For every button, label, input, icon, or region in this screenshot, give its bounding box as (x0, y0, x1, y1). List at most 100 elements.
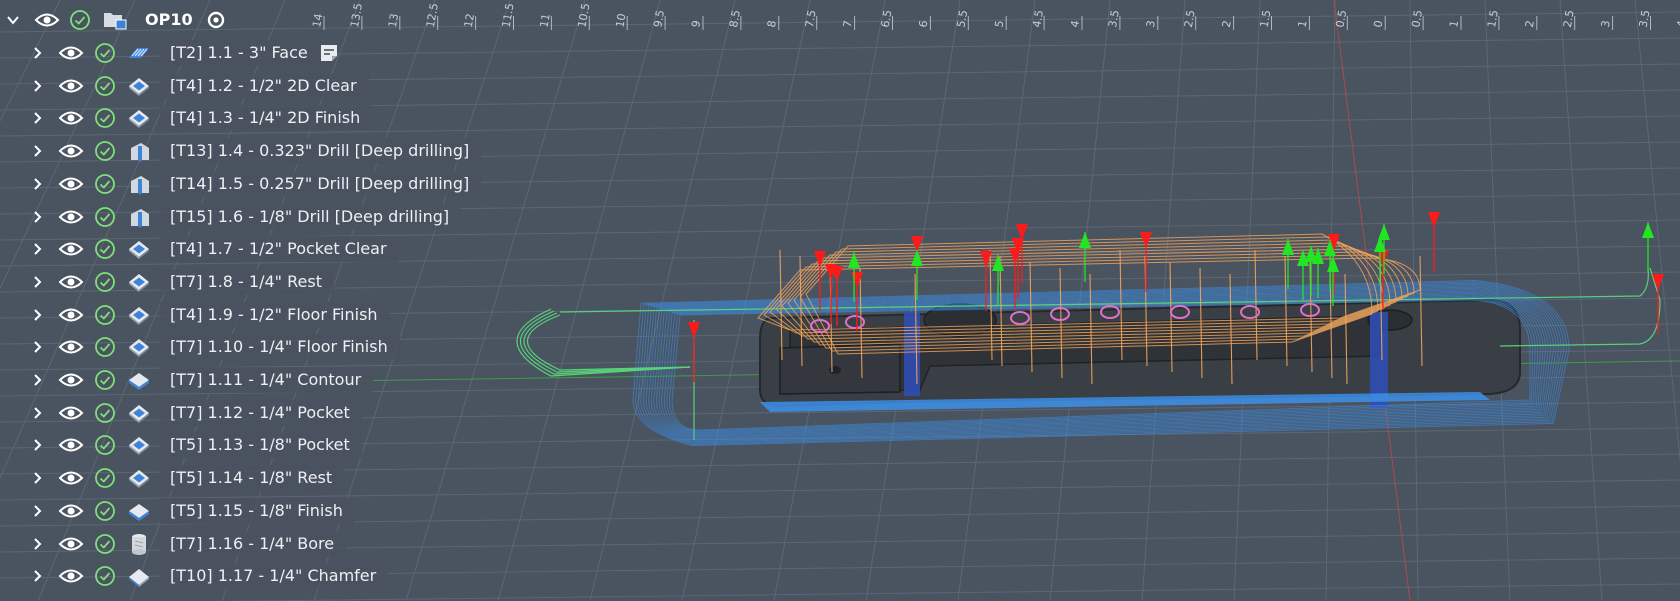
eye-icon[interactable] (58, 306, 84, 324)
plunge-marker (1652, 274, 1664, 334)
contour-icon (129, 503, 149, 521)
operation-label[interactable]: [T4] 1.2 - 1/2" 2D Clear (160, 72, 369, 99)
check-circle-icon (95, 337, 115, 358)
chevron-right-icon[interactable] (30, 471, 44, 485)
operation-row[interactable]: [T14] 1.5 - 0.257" Drill [Deep drilling] (0, 169, 482, 199)
operation-row[interactable]: [T7] 1.11 - 1/4" Contour (0, 365, 480, 395)
operation-row[interactable]: [T4] 1.7 - 1/2" Pocket Clear (0, 234, 480, 264)
chevron-right-icon[interactable] (30, 79, 44, 93)
eye-icon[interactable] (58, 404, 84, 422)
operation-row[interactable]: [T5] 1.13 - 1/8" Pocket (0, 430, 480, 460)
ruler-tick-label: 2 (1220, 19, 1234, 28)
operation-label[interactable]: [T7] 1.8 - 1/4" Rest (160, 268, 334, 295)
ruler-tick-label: 11 (538, 12, 553, 28)
plunge-marker (688, 322, 700, 382)
operation-label[interactable]: [T4] 1.9 - 1/2" Floor Finish (160, 301, 390, 328)
eye-icon[interactable] (58, 77, 84, 95)
check-circle-icon (95, 239, 115, 260)
ruler-tick-label: 5 (992, 19, 1006, 28)
operation-label[interactable]: [T14] 1.5 - 0.257" Drill [Deep drilling] (160, 170, 482, 197)
operation-row[interactable]: [T4] 1.3 - 1/4" 2D Finish (0, 103, 480, 133)
eye-icon[interactable] (58, 567, 84, 585)
check-circle-icon (95, 533, 115, 554)
ruler-tick-label: 4 (1068, 19, 1082, 28)
eye-icon[interactable] (58, 535, 84, 553)
eye-icon[interactable] (58, 208, 84, 226)
chevron-right-icon[interactable] (30, 46, 44, 60)
eye-icon[interactable] (58, 502, 84, 520)
operation-row[interactable]: [T5] 1.15 - 1/8" Finish (0, 496, 480, 526)
operation-label[interactable]: [T2] 1.1 - 3" Face (160, 40, 320, 66)
check-circle-icon (95, 435, 115, 456)
chevron-right-icon[interactable] (30, 210, 44, 224)
chevron-right-icon[interactable] (30, 438, 44, 452)
operation-label[interactable]: [T5] 1.14 - 1/8" Rest (160, 465, 345, 492)
eye-icon[interactable] (58, 44, 84, 62)
retract-marker (1282, 239, 1294, 289)
eye-icon[interactable] (58, 338, 84, 356)
operation-row[interactable]: [T4] 1.9 - 1/2" Floor Finish (0, 300, 480, 330)
chevron-down-icon[interactable] (6, 13, 20, 27)
pocket-2d-icon (129, 470, 149, 489)
eye-icon[interactable] (58, 142, 84, 160)
chevron-right-icon[interactable] (30, 111, 44, 125)
operation-label[interactable]: [T5] 1.13 - 1/8" Pocket (160, 432, 362, 459)
operation-label[interactable]: [T5] 1.15 - 1/8" Finish (160, 497, 355, 524)
pocket-2d-icon (129, 339, 149, 358)
check-circle-icon (95, 173, 115, 194)
check-circle-icon (95, 75, 115, 96)
eye-icon[interactable] (58, 436, 84, 454)
operation-row[interactable]: [T7] 1.8 - 1/4" Rest (0, 267, 480, 297)
setup-label[interactable]: OP10 (145, 8, 193, 32)
eye-icon[interactable] (58, 109, 84, 127)
operation-row[interactable]: [T4] 1.2 - 1/2" 2D Clear (0, 71, 480, 101)
operation-label[interactable]: [T13] 1.4 - 0.323" Drill [Deep drilling] (160, 138, 482, 165)
eye-icon[interactable] (58, 175, 84, 193)
operation-row[interactable]: [T2] 1.1 - 3" Face (0, 38, 480, 68)
chevron-right-icon[interactable] (30, 275, 44, 289)
ruler-tick-label: 7 (841, 19, 855, 28)
operation-label[interactable]: [T4] 1.7 - 1/2" Pocket Clear (160, 236, 399, 263)
chevron-right-icon[interactable] (30, 308, 44, 322)
chevron-right-icon[interactable] (30, 569, 44, 583)
chamfer-icon (129, 569, 149, 588)
operation-row[interactable]: [T13] 1.4 - 0.323" Drill [Deep drilling] (0, 136, 482, 166)
pocket-2d-icon (129, 241, 149, 260)
check-circle-icon (95, 370, 115, 390)
chevron-right-icon[interactable] (30, 177, 44, 191)
operation-label[interactable]: [T7] 1.12 - 1/4" Pocket (160, 399, 362, 426)
ruler-tick-label: 10 (613, 12, 628, 28)
operation-row[interactable]: [T10] 1.17 - 1/4" Chamfer (0, 561, 480, 591)
eye-icon[interactable] (58, 371, 84, 389)
operation-label[interactable]: [T4] 1.3 - 1/4" 2D Finish (160, 105, 373, 132)
operation-row[interactable]: [T7] 1.16 - 1/4" Bore (0, 529, 480, 559)
chevron-right-icon[interactable] (30, 340, 44, 354)
active-radio-icon[interactable] (207, 11, 225, 29)
chevron-right-icon[interactable] (30, 406, 44, 420)
eye-icon[interactable] (34, 11, 60, 29)
operation-label[interactable]: [T15] 1.6 - 1/8" Drill [Deep drilling] (160, 203, 462, 230)
chevron-right-icon[interactable] (30, 242, 44, 256)
operation-row[interactable]: [T5] 1.14 - 1/8" Rest (0, 463, 480, 493)
operation-row[interactable]: [T7] 1.12 - 1/4" Pocket (0, 398, 480, 428)
chevron-right-icon[interactable] (30, 373, 44, 387)
chevron-right-icon[interactable] (30, 144, 44, 158)
eye-icon[interactable] (58, 469, 84, 487)
operation-row[interactable]: [T15] 1.6 - 1/8" Drill [Deep drilling] (0, 202, 480, 232)
chevron-right-icon[interactable] (30, 504, 44, 518)
check-circle-icon (95, 43, 115, 63)
setup-row-op10[interactable]: OP10 (0, 5, 240, 35)
drill-icon (131, 175, 149, 195)
operation-row[interactable]: [T7] 1.10 - 1/4" Floor Finish (0, 332, 480, 362)
chevron-right-icon[interactable] (30, 537, 44, 551)
operation-label[interactable]: [T10] 1.17 - 1/4" Chamfer (160, 563, 389, 590)
operation-label[interactable]: [T7] 1.16 - 1/4" Bore (160, 530, 347, 557)
note-icon[interactable] (318, 42, 340, 64)
eye-icon[interactable] (58, 240, 84, 258)
operation-label[interactable]: [T7] 1.11 - 1/4" Contour (160, 367, 374, 393)
check-circle-icon (95, 206, 115, 227)
operation-label[interactable]: [T7] 1.10 - 1/4" Floor Finish (160, 334, 400, 361)
eye-icon[interactable] (58, 273, 84, 291)
part-model (759, 298, 1521, 408)
check-circle-icon (95, 108, 115, 129)
